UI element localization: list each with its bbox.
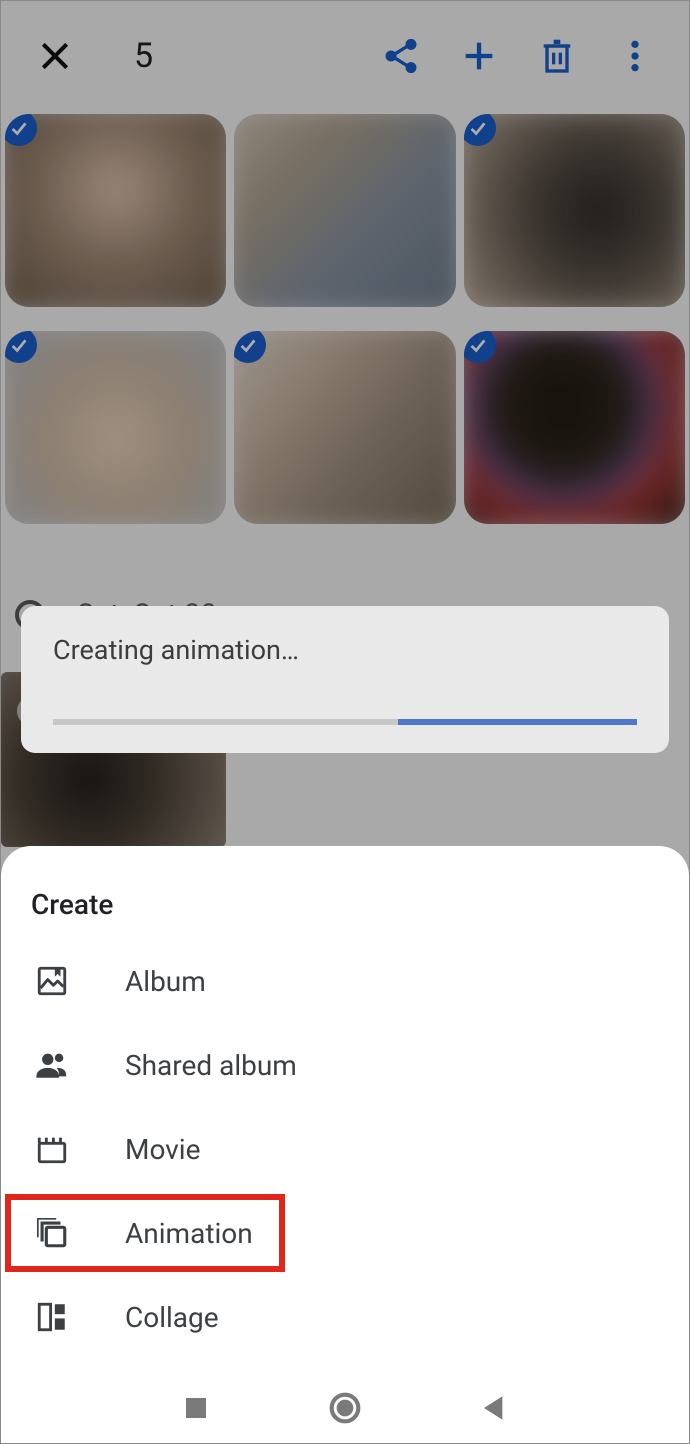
menu-item-label: Animation bbox=[125, 1217, 253, 1250]
album-icon bbox=[35, 964, 69, 998]
snackbar-message: Creating animation… bbox=[53, 634, 637, 666]
animation-icon bbox=[35, 1216, 69, 1250]
nav-home-icon[interactable] bbox=[325, 1388, 365, 1428]
system-nav-bar bbox=[1, 1373, 689, 1443]
snackbar: Creating animation… bbox=[21, 606, 669, 753]
screen: 5 bbox=[0, 0, 690, 1444]
menu-item-label: Collage bbox=[125, 1301, 219, 1334]
menu-item-label: Shared album bbox=[125, 1049, 297, 1082]
progress-fill bbox=[398, 719, 637, 725]
menu-item-label: Album bbox=[125, 965, 206, 998]
menu-item-shared-album[interactable]: Shared album bbox=[1, 1023, 689, 1107]
create-bottom-sheet: Create Album bbox=[1, 846, 689, 1443]
movie-icon bbox=[35, 1132, 69, 1166]
collage-icon bbox=[35, 1300, 69, 1334]
menu-item-album[interactable]: Album bbox=[1, 939, 689, 1023]
sheet-title: Create bbox=[1, 888, 689, 939]
create-menu: Album Shared album bbox=[1, 939, 689, 1359]
menu-item-label: Movie bbox=[125, 1133, 200, 1166]
nav-recent-icon[interactable] bbox=[176, 1388, 216, 1428]
shared-album-icon bbox=[35, 1048, 69, 1082]
menu-item-movie[interactable]: Movie bbox=[1, 1107, 689, 1191]
menu-item-collage[interactable]: Collage bbox=[1, 1275, 689, 1359]
menu-item-animation[interactable]: Animation bbox=[1, 1191, 689, 1275]
nav-back-icon[interactable] bbox=[474, 1388, 514, 1428]
progress-bar bbox=[53, 719, 637, 725]
